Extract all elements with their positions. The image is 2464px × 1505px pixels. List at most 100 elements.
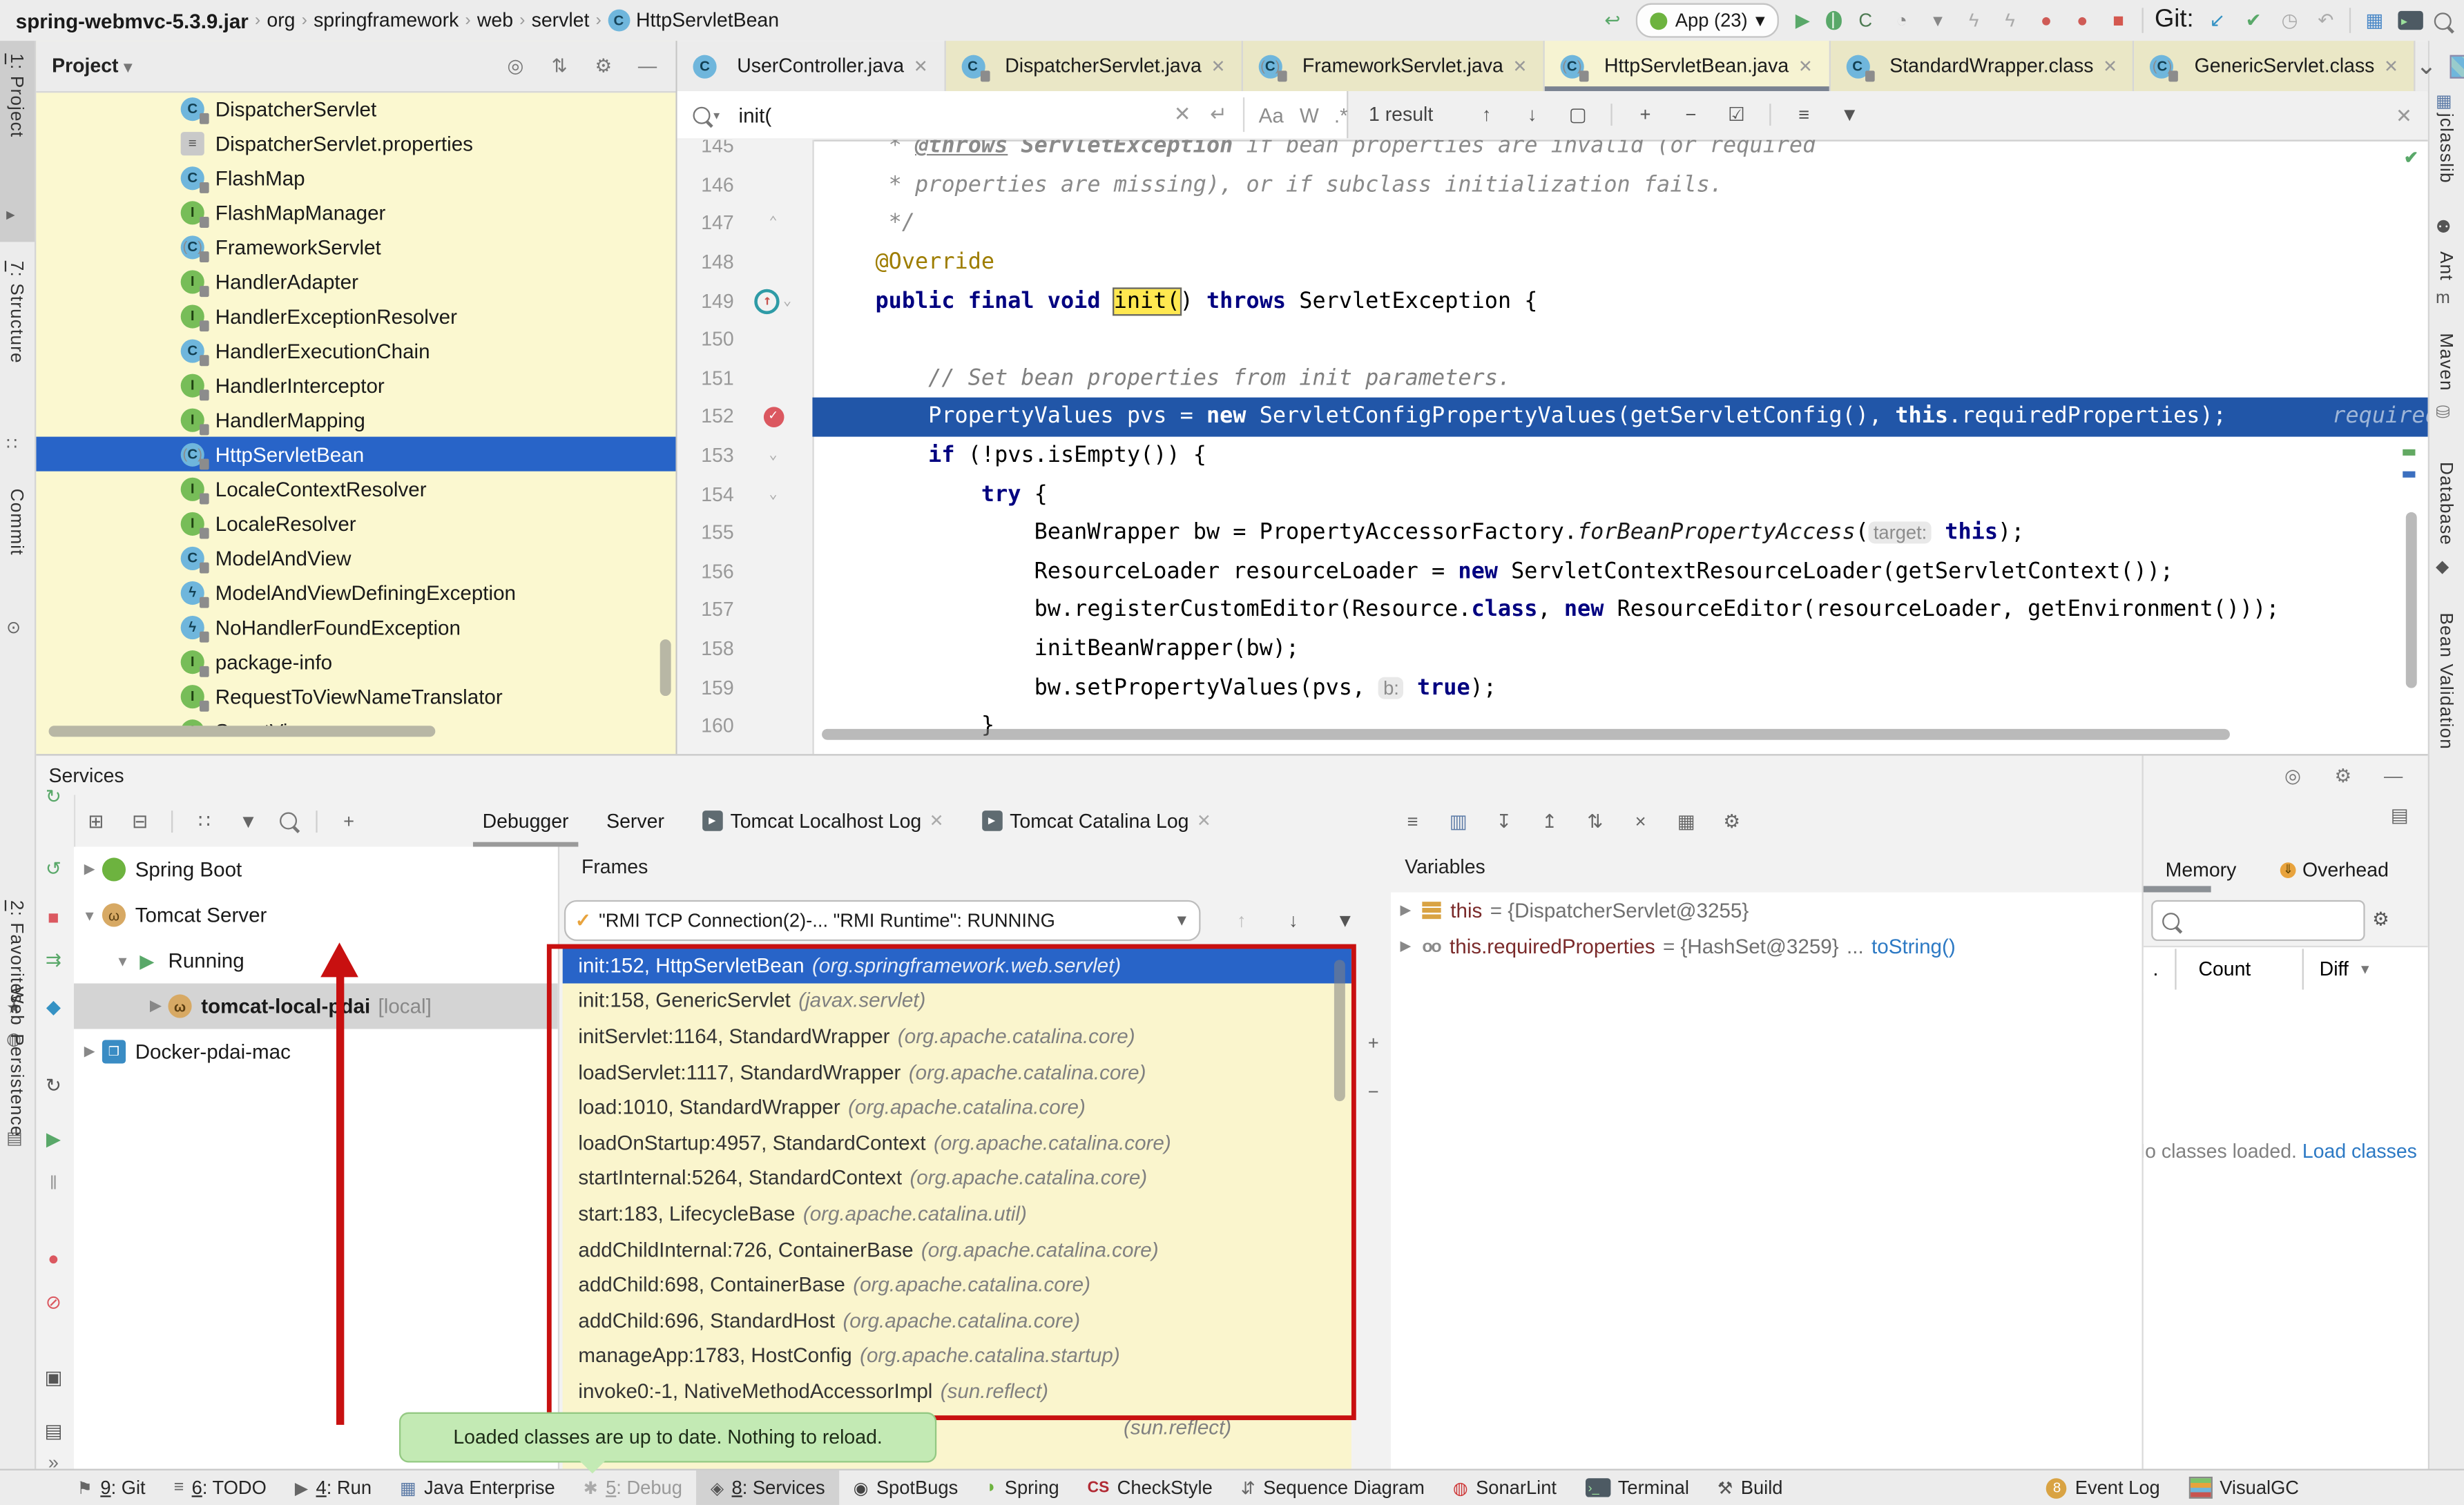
statusbar-event-log[interactable]: 8 Event Log (2032, 1470, 2174, 1505)
breadcrumb-item[interactable]: springframework (314, 10, 459, 32)
project-tree-item[interactable]: I HandlerExceptionResolver (36, 298, 675, 333)
project-horizontal-scrollbar[interactable] (48, 726, 436, 737)
project-tree-item[interactable]: (C) HttpServletBean (36, 436, 676, 472)
clear-icon[interactable]: ✕ (1174, 102, 1191, 127)
rollback-icon[interactable]: ↶ (2313, 8, 2338, 32)
variable-row[interactable]: ▶ this = {DispatcherServlet@3255} (1391, 892, 2142, 928)
code-line-158[interactable]: 158 initBeanWrapper(bw); (677, 630, 2428, 668)
locate-icon[interactable]: ◎ (503, 53, 528, 78)
green-stripe-mark[interactable] (2403, 449, 2416, 456)
search-icon[interactable] (2434, 12, 2452, 30)
remove-occurrence-icon[interactable]: − (1678, 102, 1703, 127)
diagram-icon[interactable]: ▦ (2362, 8, 2387, 32)
project-tree-item[interactable]: ϟ ModelAndViewDefiningException (36, 575, 675, 610)
statusbar-checkstyle[interactable]: CS CheckStyle (1073, 1470, 1226, 1505)
force-debug-icon[interactable]: ϟ (1997, 8, 2022, 32)
remove-watch-button[interactable]: − (1361, 1079, 1386, 1104)
code-line-157[interactable]: 157 bw.registerCustomEditor(Resource. cla… (677, 591, 2428, 630)
force-run-icon[interactable]: ϟ (1961, 8, 1986, 32)
statusbar-terminal[interactable]: ›_ Terminal (1570, 1470, 1703, 1505)
view-breakpoints-icon[interactable]: ◆ (41, 994, 66, 1019)
close-icon[interactable]: ✕ (2103, 56, 2117, 76)
run-icon[interactable]: ▶ (1790, 8, 1815, 32)
statusbar-debug[interactable]: ✱ 5: Debug (569, 1470, 696, 1505)
close-icon[interactable]: ✕ (914, 56, 928, 76)
hide-icon[interactable]: — (635, 53, 660, 78)
prev-frame-icon[interactable]: ↑ (1229, 908, 1253, 933)
toolwindow-button-web[interactable]: Web (6, 987, 25, 1026)
collapse-all-icon[interactable]: ⊟ (127, 808, 152, 833)
layout-bars-icon[interactable]: ▤ (41, 1419, 66, 1444)
toolwindow-button-persistence[interactable]: Persistence (6, 1033, 25, 1136)
breadcrumb-item[interactable]: web (477, 10, 513, 32)
toolwindow-button-7-structure[interactable]: 7: Structure (6, 261, 25, 364)
git-update-icon[interactable]: ↙ (2205, 8, 2230, 32)
tab-frameworkservlet-java[interactable]: (C) FrameworkServlet.java ✕ (1242, 41, 1545, 91)
variable-row[interactable]: ▶ oo this.requiredProperties = {HashSet@325… (1391, 929, 2142, 964)
breakpoint-dot-icon[interactable]: ● (41, 1245, 66, 1270)
chevron-icon[interactable]: ▶ (146, 998, 165, 1015)
chevron-right-icon[interactable]: ▶ (1400, 938, 1422, 955)
statusbar-java-enterprise[interactable]: ▦ Java Enterprise (385, 1470, 569, 1505)
statusbar-sequence-diagram[interactable]: ⇵ Sequence Diagram (1226, 1470, 1438, 1505)
gear-icon[interactable]: ⚙ (591, 53, 616, 78)
run-anything-icon[interactable]: ▸ (2398, 10, 2423, 30)
run-config-selector[interactable]: App (23) ▾ (1635, 3, 1780, 38)
editor-vertical-scrollbar[interactable] (2405, 512, 2417, 688)
statusbar-spring[interactable]: ◗ Spring (972, 1470, 1073, 1505)
hide-frames-icon[interactable]: ▼ (1333, 908, 1358, 933)
project-tree-item[interactable]: C FlashMap (36, 160, 675, 195)
close-icon[interactable]: ✕ (2384, 56, 2398, 76)
services-tree-item[interactable]: ▼ ω Tomcat Server (74, 892, 558, 938)
tab-usercontroller-java[interactable]: C UserController.java ✕ (677, 41, 945, 91)
code-line-152[interactable]: 152 ✓ PropertyValues pvs = new ServletCon… (677, 398, 2428, 437)
thread-dump-icon[interactable]: ▣ (41, 1365, 66, 1390)
chevron-down-icon[interactable]: ▾ (124, 59, 131, 77)
toolwindow-button-database[interactable]: Database (2436, 462, 2454, 545)
code-line-159[interactable]: 159 bw.setPropertyValues(pvs, b: true); (677, 668, 2428, 707)
chevron-down-icon[interactable]: ▾ (713, 108, 720, 122)
services-tree-item[interactable]: ▶ ❒ Docker-pdai-mac (74, 1029, 558, 1074)
history-icon[interactable]: ◷ (2277, 8, 2302, 32)
project-tree-item[interactable]: I HandlerAdapter (36, 264, 675, 298)
breadcrumb-item[interactable]: servlet (532, 10, 590, 32)
override-marker-icon[interactable]: ↑ (754, 288, 780, 314)
services-tree-item[interactable]: ▶ ω tomcat-local-pdai [local] (73, 983, 558, 1029)
chevron-down-icon[interactable]: ⌄ (2416, 50, 2437, 82)
rerun-icon[interactable]: ↻ (41, 784, 66, 808)
project-tree-item[interactable]: I LocaleResolver (36, 506, 675, 541)
code-line-147[interactable]: 147 ⌃ */ (677, 204, 2428, 243)
chevron-icon[interactable]: ▼ (80, 907, 99, 923)
statusbar-services[interactable]: ◈ 8: Services (696, 1470, 840, 1505)
project-tree-item[interactable]: Ipackage-info (36, 644, 675, 679)
chevron-right-icon[interactable]: ▶ (1400, 902, 1422, 919)
statusbar-visualgc[interactable]: VisualGC (2174, 1470, 2313, 1505)
statusbar-build[interactable]: ⚒ Build (1703, 1470, 1797, 1505)
close-icon[interactable]: ✕ (1512, 56, 1527, 76)
breadcrumb-leaf[interactable]: HttpServletBean (636, 10, 779, 32)
chevron-icon[interactable]: ▶ (80, 1043, 99, 1060)
search-filter-icon[interactable]: ▼ (1837, 102, 1862, 127)
find-popup-icon[interactable]: ▢ (1565, 102, 1590, 127)
expand-all-icon[interactable]: ⊞ (84, 808, 108, 833)
words-toggle[interactable]: W (1300, 103, 1319, 126)
restart-debug-icon[interactable]: ↺ (41, 856, 66, 881)
chevron-icon[interactable]: ▶ (80, 861, 99, 878)
find-icon[interactable] (280, 812, 298, 830)
fold-marker[interactable]: ⌃ (769, 216, 777, 232)
toolwindow-button-jclasslib[interactable]: jclasslib (2436, 113, 2454, 184)
tab-genericservlet-class[interactable]: (C) GenericServlet.class ✕ (2135, 41, 2416, 91)
match-case-toggle[interactable]: Aa (1259, 103, 1284, 126)
inspections-ok-icon[interactable]: ✔ (2404, 148, 2418, 168)
statusbar-todo[interactable]: ≡ 6: TODO (160, 1470, 280, 1505)
close-icon[interactable]: ✕ (1211, 56, 1225, 76)
chevron-icon[interactable]: ▼ (113, 953, 132, 969)
hotswap-debug-icon[interactable]: ● (2070, 8, 2095, 32)
profiler-icon[interactable]: ◔ (1889, 8, 1914, 32)
pause-icon[interactable]: ‖ (41, 1170, 66, 1195)
breadcrumb-item[interactable]: org (267, 10, 295, 32)
breakpoint-icon[interactable]: ✓ (762, 407, 784, 427)
statusbar-sonarlint[interactable]: ◍ SonarLint (1438, 1470, 1570, 1505)
editor-horizontal-scrollbar[interactable] (822, 728, 2230, 740)
add-service-icon[interactable]: + (336, 808, 361, 833)
